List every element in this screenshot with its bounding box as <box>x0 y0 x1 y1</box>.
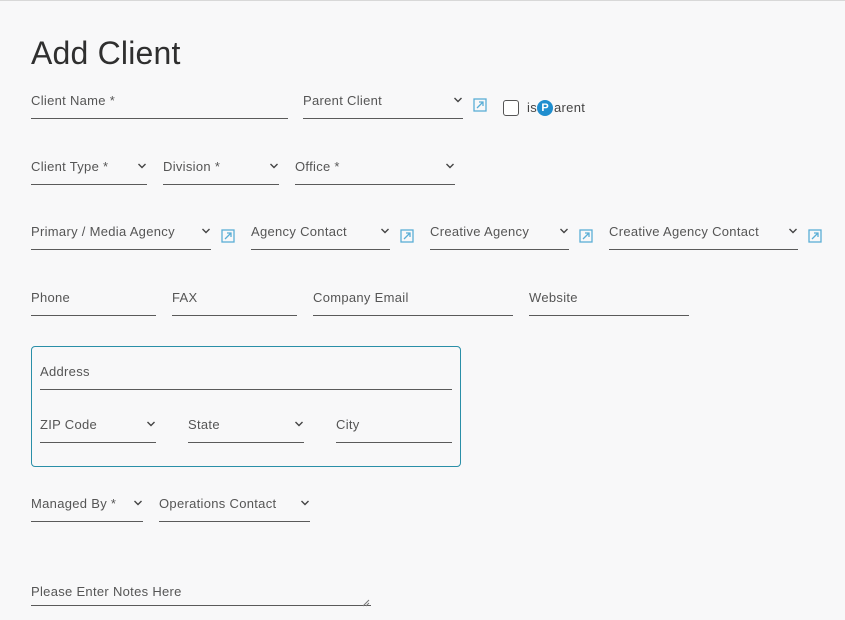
division-select[interactable]: Division * <box>163 159 279 185</box>
client-name-label: Client Name * <box>31 93 116 108</box>
chevron-down-icon <box>137 161 147 171</box>
company-email-label: Company Email <box>313 290 409 305</box>
zip-code-label: ZIP Code <box>40 417 98 432</box>
chevron-down-icon <box>559 226 569 236</box>
resize-handle-icon[interactable] <box>362 595 370 607</box>
website-label: Website <box>529 290 578 305</box>
agency-contact-label: Agency Contact <box>251 224 347 239</box>
primary-media-agency-label: Primary / Media Agency <box>31 224 175 239</box>
phone-label: Phone <box>31 290 71 305</box>
primary-media-agency-select[interactable]: Primary / Media Agency <box>31 224 211 250</box>
open-external-icon[interactable] <box>579 229 593 243</box>
state-select[interactable]: State <box>188 417 304 443</box>
page-title: Add Client <box>31 35 181 71</box>
phone-input[interactable]: Phone <box>31 290 156 316</box>
creative-agency-select[interactable]: Creative Agency <box>430 224 569 250</box>
address-input[interactable]: Address <box>40 364 452 390</box>
parent-badge-icon: P <box>537 100 553 116</box>
chevron-down-icon <box>788 226 798 236</box>
parent-client-label: Parent Client <box>303 93 383 108</box>
creative-agency-contact-select[interactable]: Creative Agency Contact <box>609 224 798 250</box>
client-type-select[interactable]: Client Type * <box>31 159 147 185</box>
client-name-input[interactable]: Client Name * <box>31 93 288 119</box>
office-label: Office * <box>295 159 340 174</box>
open-external-icon[interactable] <box>400 229 414 243</box>
chevron-down-icon <box>133 498 143 508</box>
division-label: Division * <box>163 159 221 174</box>
notes-placeholder: Please Enter Notes Here <box>31 584 182 599</box>
chevron-down-icon <box>300 498 310 508</box>
city-label: City <box>336 417 360 432</box>
chevron-down-icon <box>269 161 279 171</box>
website-input[interactable]: Website <box>529 290 689 316</box>
fax-input[interactable]: FAX <box>172 290 297 316</box>
office-select[interactable]: Office * <box>295 159 455 185</box>
is-parent-prefix: is <box>527 100 537 115</box>
chevron-down-icon <box>445 161 455 171</box>
is-parent-label: is arent <box>527 100 585 115</box>
notes-textarea[interactable]: Please Enter Notes Here <box>31 584 371 607</box>
managed-by-select[interactable]: Managed By * <box>31 496 143 522</box>
operations-contact-select[interactable]: Operations Contact <box>159 496 310 522</box>
chevron-down-icon <box>380 226 390 236</box>
managed-by-label: Managed By * <box>31 496 117 511</box>
state-label: State <box>188 417 220 432</box>
open-external-icon[interactable] <box>221 229 235 243</box>
open-external-icon[interactable] <box>473 98 487 112</box>
chevron-down-icon <box>146 419 156 429</box>
company-email-input[interactable]: Company Email <box>313 290 513 316</box>
is-parent-checkbox[interactable] <box>503 100 519 116</box>
creative-agency-label: Creative Agency <box>430 224 530 239</box>
city-input[interactable]: City <box>336 417 452 443</box>
creative-agency-contact-label: Creative Agency Contact <box>609 224 759 239</box>
client-type-label: Client Type * <box>31 159 109 174</box>
chevron-down-icon <box>453 95 463 105</box>
zip-code-select[interactable]: ZIP Code <box>40 417 156 443</box>
open-external-icon[interactable] <box>808 229 822 243</box>
chevron-down-icon <box>201 226 211 236</box>
fax-label: FAX <box>172 290 198 305</box>
address-label: Address <box>40 364 90 379</box>
operations-contact-label: Operations Contact <box>159 496 277 511</box>
is-parent-suffix: arent <box>554 100 586 115</box>
parent-client-select[interactable]: Parent Client <box>303 93 463 119</box>
chevron-down-icon <box>294 419 304 429</box>
agency-contact-select[interactable]: Agency Contact <box>251 224 390 250</box>
